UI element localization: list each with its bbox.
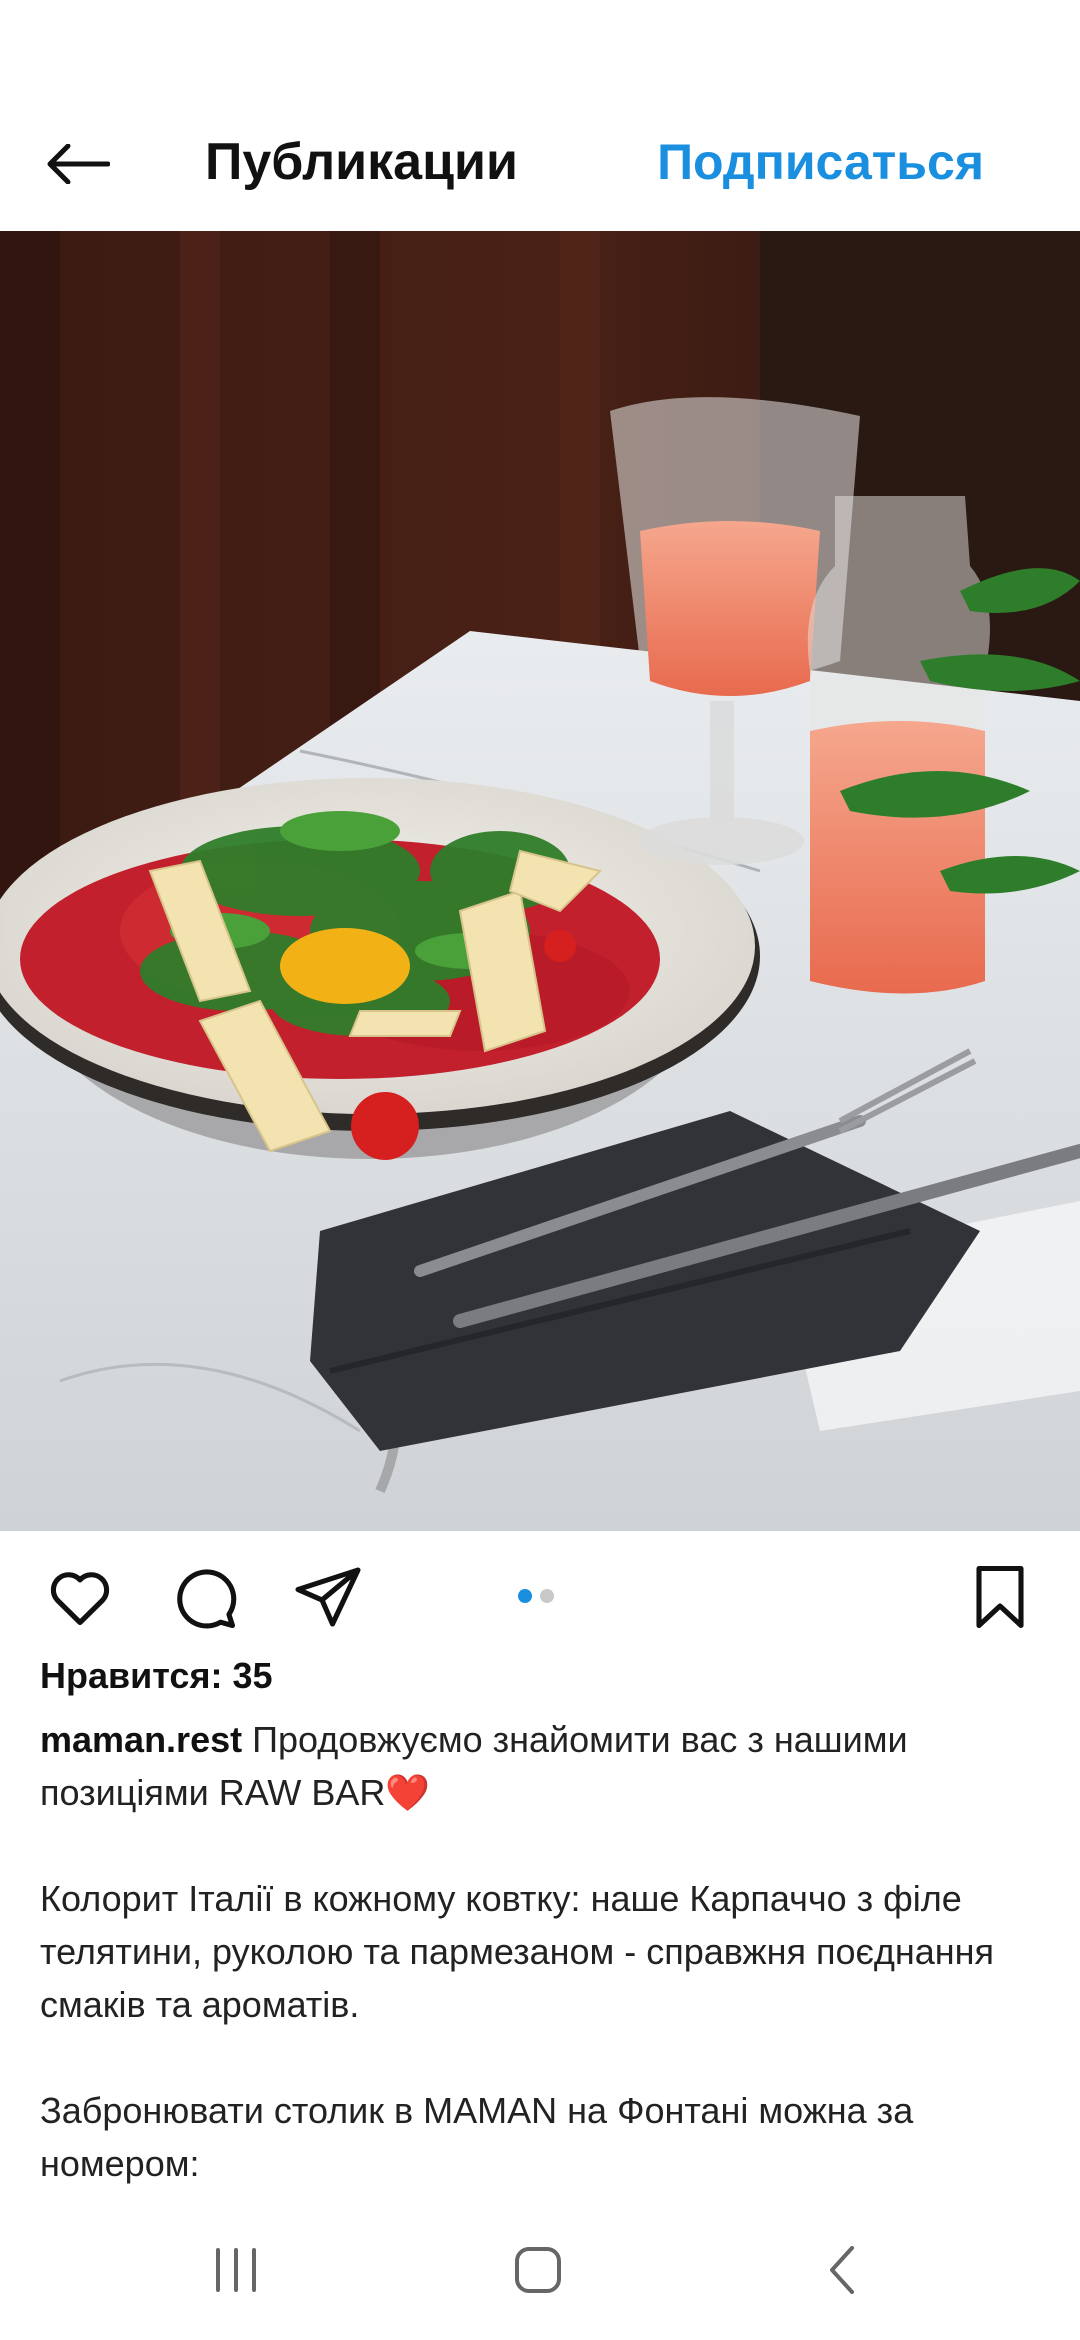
heart-emoji-icon: ❤️ (385, 1772, 431, 1813)
caption-paragraph-2: Колорит Італії в кожному ковтку: наше Ка… (40, 1878, 1005, 2025)
heart-icon (50, 1572, 110, 1626)
caption-username[interactable]: maman.rest (40, 1719, 242, 1760)
carpaccio-photo (0, 231, 1080, 1531)
status-bar (0, 0, 1080, 96)
comment-button[interactable] (168, 1561, 240, 1633)
caption-paragraph-3: Забронювати столик в MAMAN на Фонтані мо… (40, 2090, 924, 2184)
save-button[interactable] (964, 1561, 1036, 1633)
share-button[interactable] (292, 1561, 364, 1633)
send-icon (295, 1567, 361, 1627)
back-nav-button[interactable] (802, 2240, 882, 2300)
recent-apps-icon (216, 2248, 256, 2292)
carousel-dot-active (518, 1589, 532, 1603)
post-image[interactable] (0, 231, 1080, 1531)
system-nav-bar (0, 2200, 1080, 2340)
home-icon (515, 2247, 561, 2293)
top-header: Публикации Подписаться (0, 96, 1080, 231)
comment-icon (177, 1569, 237, 1629)
action-bar (0, 1531, 1080, 1661)
arrow-left-icon (47, 144, 110, 184)
page-title: Публикации (205, 133, 518, 191)
like-button[interactable] (44, 1561, 116, 1633)
caption-paragraph-1: maman.rest Продовжуємо знайомити вас з н… (40, 1713, 1040, 1819)
post-caption: maman.rest Продовжуємо знайомити вас з н… (40, 1713, 1040, 2200)
carousel-dot (540, 1589, 554, 1603)
caption-phone[interactable]: 067 000 0 007 (40, 2190, 1040, 2200)
likes-count[interactable]: Нравится: 35 (40, 1655, 273, 1697)
chevron-left-icon (830, 2246, 854, 2294)
carousel-indicator (518, 1589, 554, 1603)
home-button[interactable] (498, 2240, 578, 2300)
recent-apps-button[interactable] (196, 2240, 276, 2300)
bookmark-icon (976, 1565, 1024, 1629)
subscribe-button[interactable]: Подписаться (657, 122, 984, 202)
back-button[interactable] (36, 124, 120, 204)
